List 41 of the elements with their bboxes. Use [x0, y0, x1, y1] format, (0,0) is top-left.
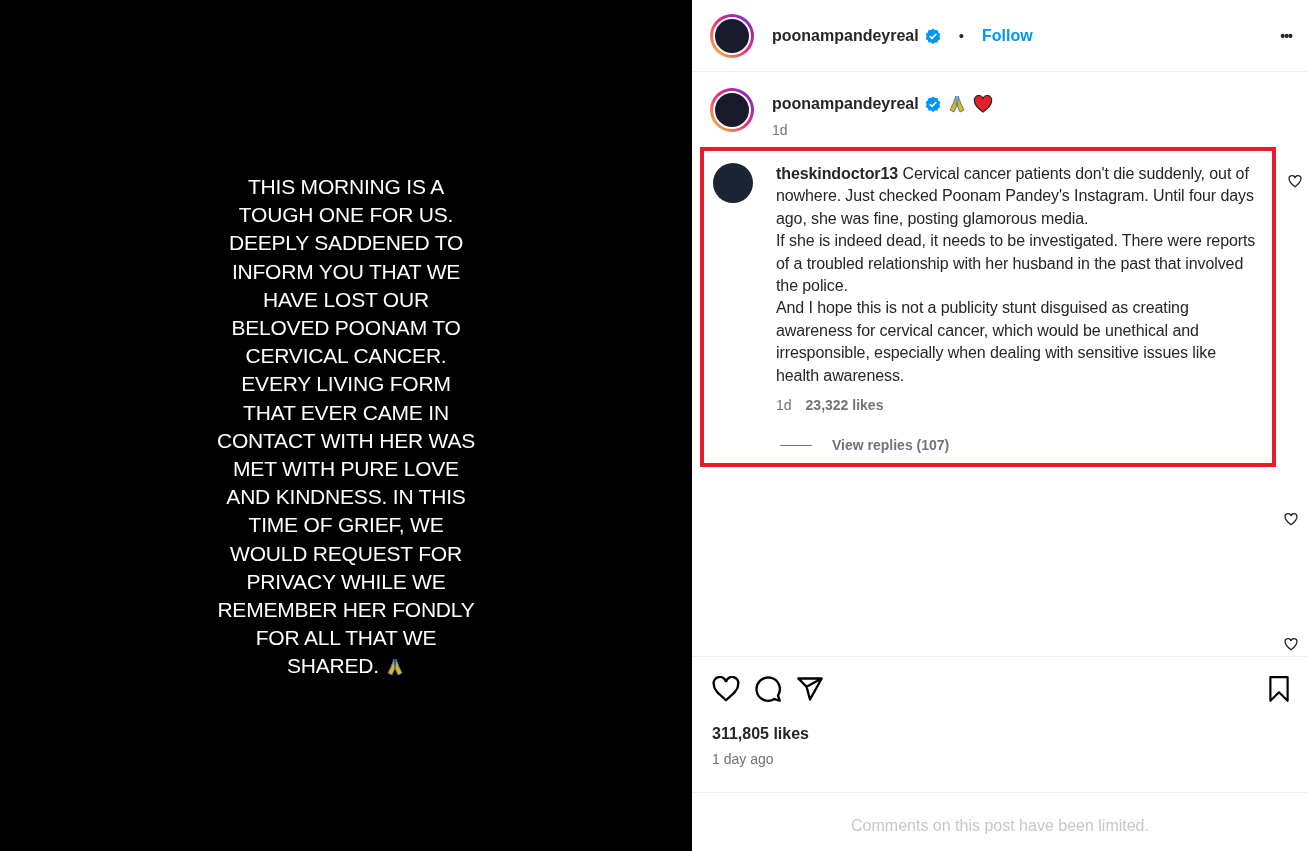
heart-icon [972, 95, 993, 113]
like-icon[interactable] [712, 676, 740, 702]
post-image-text-line: PRIVACY WHILE WE [246, 568, 446, 595]
separator-dot: • [958, 27, 964, 44]
bookmark-icon[interactable] [1266, 675, 1292, 703]
post-image-text-line: AND KINDNESS. IN THIS [226, 484, 466, 511]
like-comment-icon[interactable] [1284, 638, 1298, 651]
comments-limited-notice: Comments on this post have been limited. [851, 817, 1149, 835]
like-comment-icon[interactable] [1288, 175, 1302, 188]
post-time: 1 day ago [712, 751, 775, 767]
post-image-text-line: MET WITH PURE LOVE [233, 456, 459, 483]
username[interactable]: poonampandeyreal [772, 95, 919, 113]
view-replies-link[interactable]: View replies (107) [832, 437, 950, 454]
comment-likes[interactable]: 23,322 likes [805, 397, 884, 414]
avatar[interactable] [710, 13, 754, 58]
caption-time: 1d [772, 122, 789, 138]
avatar[interactable] [713, 163, 753, 203]
post-image-text-line: THIS MORNING IS A [247, 174, 445, 200]
like-count[interactable]: 311,805 likes [712, 725, 1292, 743]
comment-icon[interactable] [754, 675, 782, 703]
post-image-text-line: SHARED. [287, 653, 379, 680]
share-icon[interactable] [796, 675, 824, 703]
post-image-text-line: HAVE LOST OUR [263, 286, 429, 313]
post-image-text-line: TIME OF GRIEF, WE [248, 512, 444, 539]
post-image-text-line: CONTACT WITH HER WAS [216, 427, 476, 454]
post-image-text-line: DEEPLY SADDENED TO [228, 230, 464, 257]
avatar[interactable] [710, 88, 754, 132]
comment-time: 1d [776, 397, 792, 414]
post-image-text-line: BELOVED POONAM TO [231, 315, 461, 341]
post-image-text-line: CERVICAL CANCER. [245, 343, 447, 370]
post-image-text-line: INFORM YOU THAT WE [231, 258, 461, 285]
post-image-text-line: EVERY LIVING FORM [241, 371, 451, 398]
post-image-text-line: FOR ALL THAT WE [255, 625, 437, 652]
post-image-text-line: THAT EVER CAME IN [243, 399, 449, 426]
like-comment-icon[interactable] [1284, 513, 1298, 526]
comment-text: theskindoctor13 Cervical cancer patients don't die suddenly, out of nowhere. Just checked Poonam Pandey's Instagram. Until four days ago, she was fine, posting glamorous media. If she is indeed dead, it needs to be investigated. There were reports of a troubled relationship with her husband in the past that involved the police. And I hope this is not a publicity stunt disguised as creating awareness for cervical cancer, which would be unethical and irresponsible, especially when dealing with sensitive issues like health awareness. [776, 164, 1257, 386]
post-image-text-line: TOUGH ONE FOR US. [238, 202, 454, 229]
post-image-text-line: WOULD REQUEST FOR [230, 540, 462, 567]
username[interactable]: poonampandeyreal [772, 26, 919, 45]
more-options-button[interactable]: ••• [1280, 27, 1292, 44]
post-image-text-line: REMEMBER HER FONDLY [217, 597, 475, 624]
